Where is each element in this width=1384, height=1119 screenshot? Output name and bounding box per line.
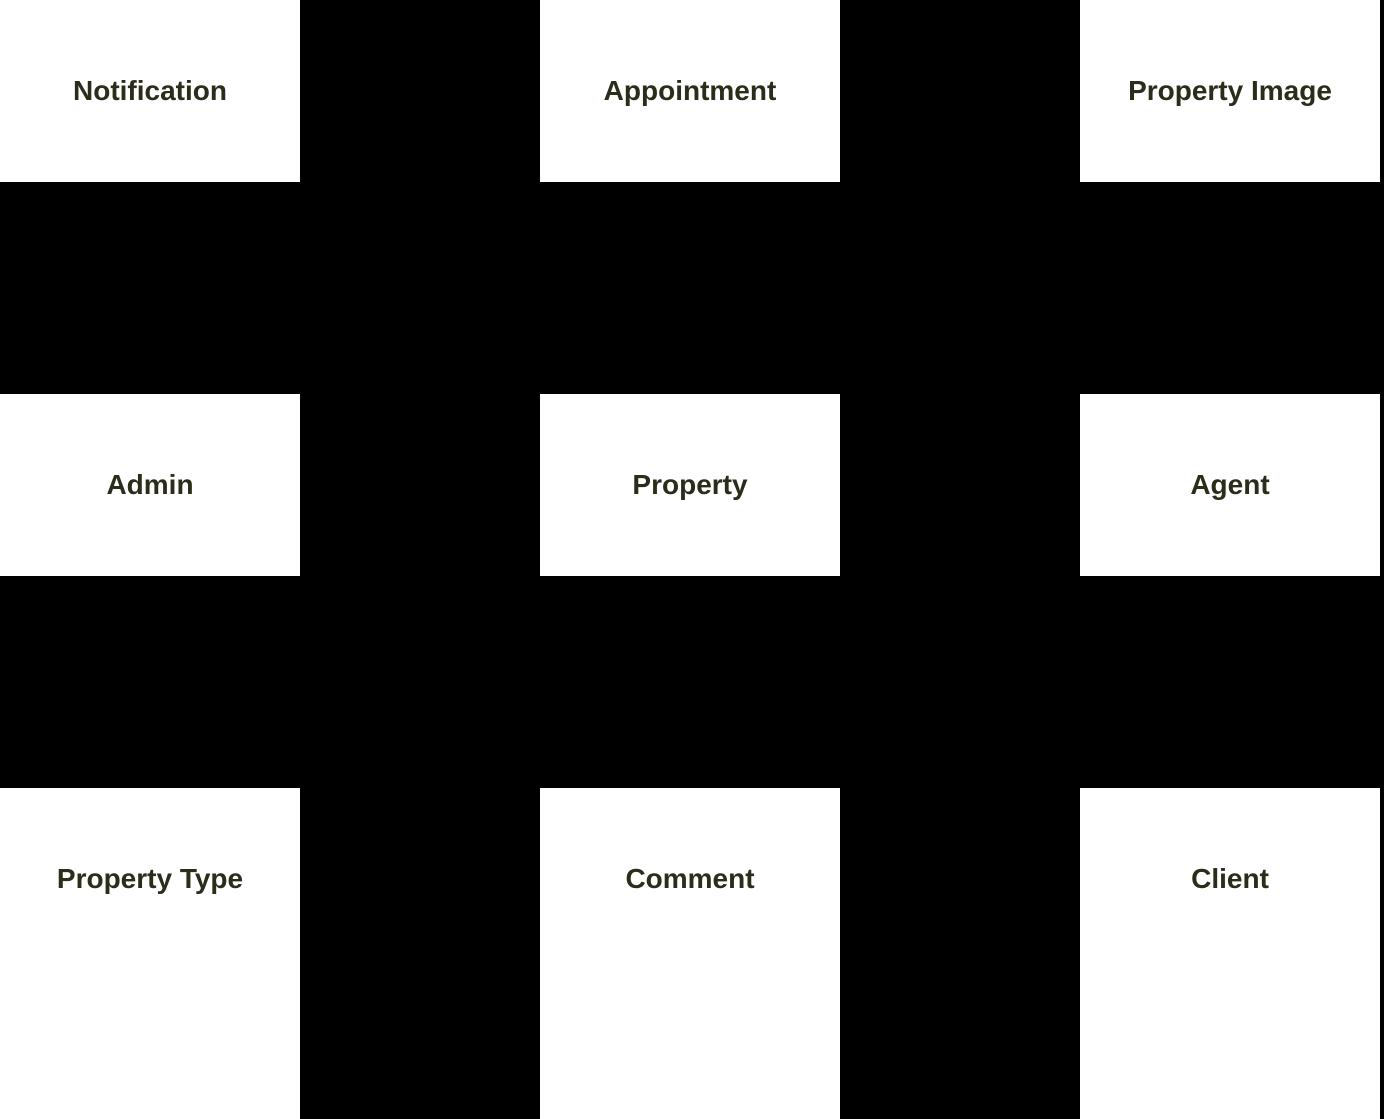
notification-tile[interactable]: Notification [0, 0, 300, 182]
gap-r3c6 [1380, 394, 1384, 576]
property-type-label: Property Type [57, 863, 243, 895]
main-grid: Notification Appointment Property Image … [0, 0, 1384, 917]
gap-r6c4 [840, 970, 1080, 1119]
gap-r2c6 [1380, 182, 1384, 394]
admin-label: Admin [106, 469, 193, 501]
gap-r1c4 [840, 0, 1080, 182]
gap-r2c1 [0, 182, 300, 394]
appointment-tile[interactable]: Appointment [540, 0, 840, 182]
agent-tile[interactable]: Agent [1080, 394, 1380, 576]
admin-tile[interactable]: Admin [0, 394, 300, 576]
gap-r5c6 [1380, 788, 1384, 970]
comment-tile-bottom [540, 970, 840, 1119]
agent-label: Agent [1190, 469, 1269, 501]
gap-r4c6 [1380, 576, 1384, 788]
gap-r5c4 [840, 788, 1080, 970]
gap-r4c2 [300, 576, 540, 788]
appointment-label: Appointment [604, 75, 777, 107]
gap-r2c2 [300, 182, 540, 394]
notification-label: Notification [73, 75, 227, 107]
property-image-label: Property Image [1128, 75, 1332, 107]
gap-r1c2 [300, 0, 540, 182]
gap-r2c5 [1080, 182, 1380, 394]
gap-r6c6 [1380, 970, 1384, 1119]
gap-r3c4 [840, 394, 1080, 576]
gap-r4c4 [840, 576, 1080, 788]
gap-r5c2 [300, 788, 540, 970]
property-label: Property [632, 469, 747, 501]
gap-r4c5 [1080, 576, 1380, 788]
gap-r1c6 [1380, 0, 1384, 182]
client-tile-bottom [1080, 970, 1380, 1119]
gap-r6c2 [300, 970, 540, 1119]
gap-r3c2 [300, 394, 540, 576]
property-type-tile[interactable]: Property Type [0, 788, 300, 970]
gap-r4c1 [0, 576, 300, 788]
gap-r2c3 [540, 182, 840, 394]
property-image-tile[interactable]: Property Image [1080, 0, 1380, 182]
client-label: Client [1191, 863, 1269, 895]
comment-tile[interactable]: Comment [540, 788, 840, 970]
comment-label: Comment [625, 863, 754, 895]
gap-r2c4 [840, 182, 1080, 394]
property-tile[interactable]: Property [540, 394, 840, 576]
property-type-tile-bottom [0, 970, 300, 1119]
gap-r4c3 [540, 576, 840, 788]
client-tile[interactable]: Client [1080, 788, 1380, 970]
